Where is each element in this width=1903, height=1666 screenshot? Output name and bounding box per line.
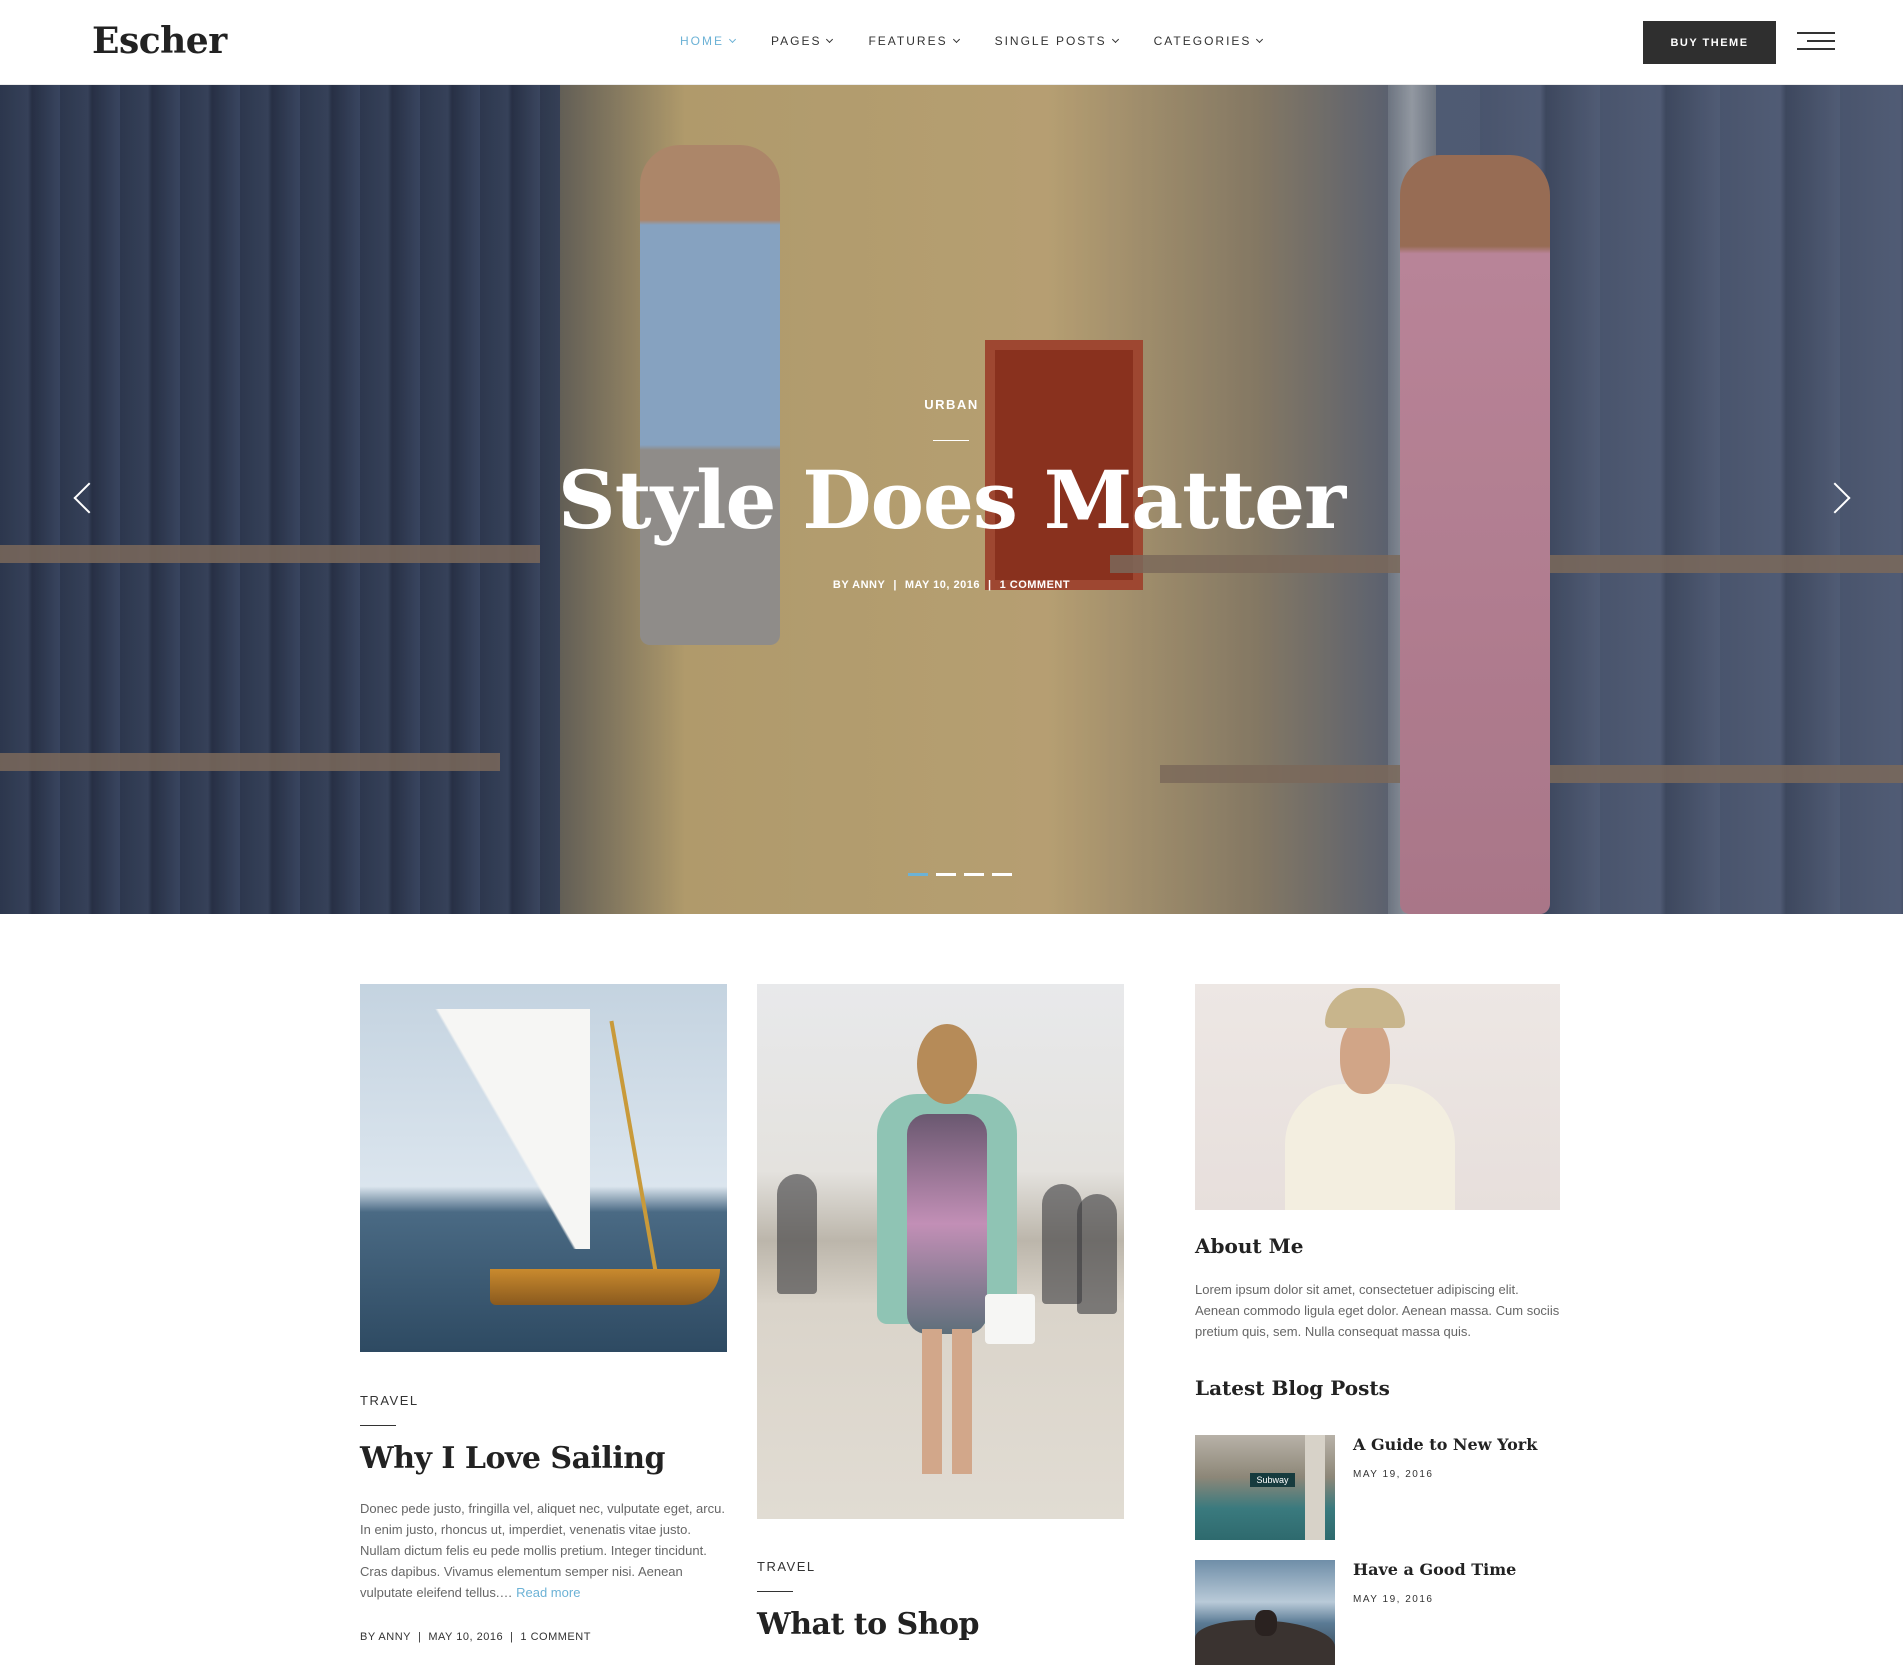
hero-content: URBAN Style Does Matter BY ANNY | MAY 10, … [0, 85, 1903, 914]
slider-dot[interactable] [992, 873, 1012, 876]
hero-comments[interactable]: 1 COMMENT [1000, 579, 1071, 591]
site-header: Escher HOME PAGES FEATURES SINGLE POSTS … [0, 0, 1903, 85]
latest-post-title[interactable]: A Guide to New York [1353, 1435, 1537, 1454]
post-meta: BY ANNY | MAY 10, 2016 | 1 COMMENT [360, 1631, 591, 1643]
hero-category[interactable]: URBAN [0, 397, 1903, 412]
post-image-sailing[interactable] [360, 984, 727, 1352]
chevron-down-icon [1256, 35, 1264, 43]
latest-post-date: MAY 19, 2016 [1353, 1469, 1434, 1480]
post-category[interactable]: TRAVEL [360, 1393, 419, 1408]
slider-dot[interactable] [964, 873, 984, 876]
nav-item-label: SINGLE POSTS [994, 34, 1107, 48]
nav-item-label: HOME [680, 34, 724, 48]
post-title[interactable]: Why I Love Sailing [360, 1441, 666, 1476]
chevron-down-icon [1111, 35, 1119, 43]
slider-dot[interactable] [936, 873, 956, 876]
buy-theme-button[interactable]: BUY THEME [1643, 21, 1776, 64]
hero-date: MAY 10, 2016 [904, 579, 981, 591]
post-image-shop[interactable] [757, 984, 1124, 1519]
hero-title[interactable]: Style Does Matter [0, 453, 1903, 547]
post-title[interactable]: What to Shop [757, 1607, 980, 1642]
nav-item-categories[interactable]: CATEGORIES [1153, 34, 1264, 48]
main-nav: HOME PAGES FEATURES SINGLE POSTS CATEGOR… [680, 34, 1298, 48]
about-me-image [1195, 984, 1560, 1210]
hero-slider: URBAN Style Does Matter BY ANNY | MAY 10, … [0, 85, 1903, 914]
post-category[interactable]: TRAVEL [757, 1559, 816, 1574]
nav-item-label: FEATURES [868, 34, 948, 48]
latest-post-thumbnail[interactable]: Subway [1195, 1435, 1335, 1540]
slider-dots [908, 873, 1012, 876]
chevron-down-icon [728, 35, 737, 43]
about-me-text: Lorem ipsum dolor sit amet, consectetuer… [1195, 1282, 1560, 1339]
thumbnail-sign-text: Subway [1250, 1473, 1295, 1487]
post-author[interactable]: BY ANNY [360, 1631, 411, 1643]
nav-item-pages[interactable]: PAGES [771, 34, 834, 48]
post-date: MAY 10, 2016 [428, 1631, 504, 1643]
hamburger-icon[interactable] [1795, 32, 1835, 52]
nav-item-single-posts[interactable]: SINGLE POSTS [994, 34, 1119, 48]
latest-post-thumbnail[interactable] [1195, 1560, 1335, 1665]
nav-item-features[interactable]: FEATURES [868, 34, 960, 48]
about-me-title: About Me [1195, 1234, 1304, 1258]
divider [360, 1425, 396, 1426]
hero-author[interactable]: BY ANNY [833, 579, 885, 591]
latest-post-item[interactable]: Subway A Guide to New York MAY 19, 2016 [1195, 1435, 1560, 1540]
nav-item-label: PAGES [771, 34, 822, 48]
chevron-down-icon [952, 35, 960, 43]
nav-item-home[interactable]: HOME [680, 34, 737, 48]
post-excerpt: Donec pede justo, fringilla vel, aliquet… [360, 1498, 727, 1603]
hero-divider [933, 440, 969, 441]
post-comments[interactable]: 1 COMMENT [520, 1631, 591, 1643]
hero-meta: BY ANNY | MAY 10, 2016 | 1 COMMENT [832, 579, 1071, 591]
read-more-link[interactable]: Read more [516, 1585, 580, 1600]
site-logo[interactable]: Escher [92, 20, 227, 62]
latest-posts-title: Latest Blog Posts [1195, 1376, 1390, 1400]
slider-dot[interactable] [908, 873, 928, 876]
divider [757, 1591, 793, 1592]
latest-post-date: MAY 19, 2016 [1353, 1594, 1434, 1605]
latest-post-item[interactable]: Have a Good Time MAY 19, 2016 [1195, 1560, 1560, 1665]
nav-item-label: CATEGORIES [1153, 34, 1252, 48]
chevron-down-icon [826, 35, 834, 43]
latest-post-title[interactable]: Have a Good Time [1353, 1560, 1516, 1579]
